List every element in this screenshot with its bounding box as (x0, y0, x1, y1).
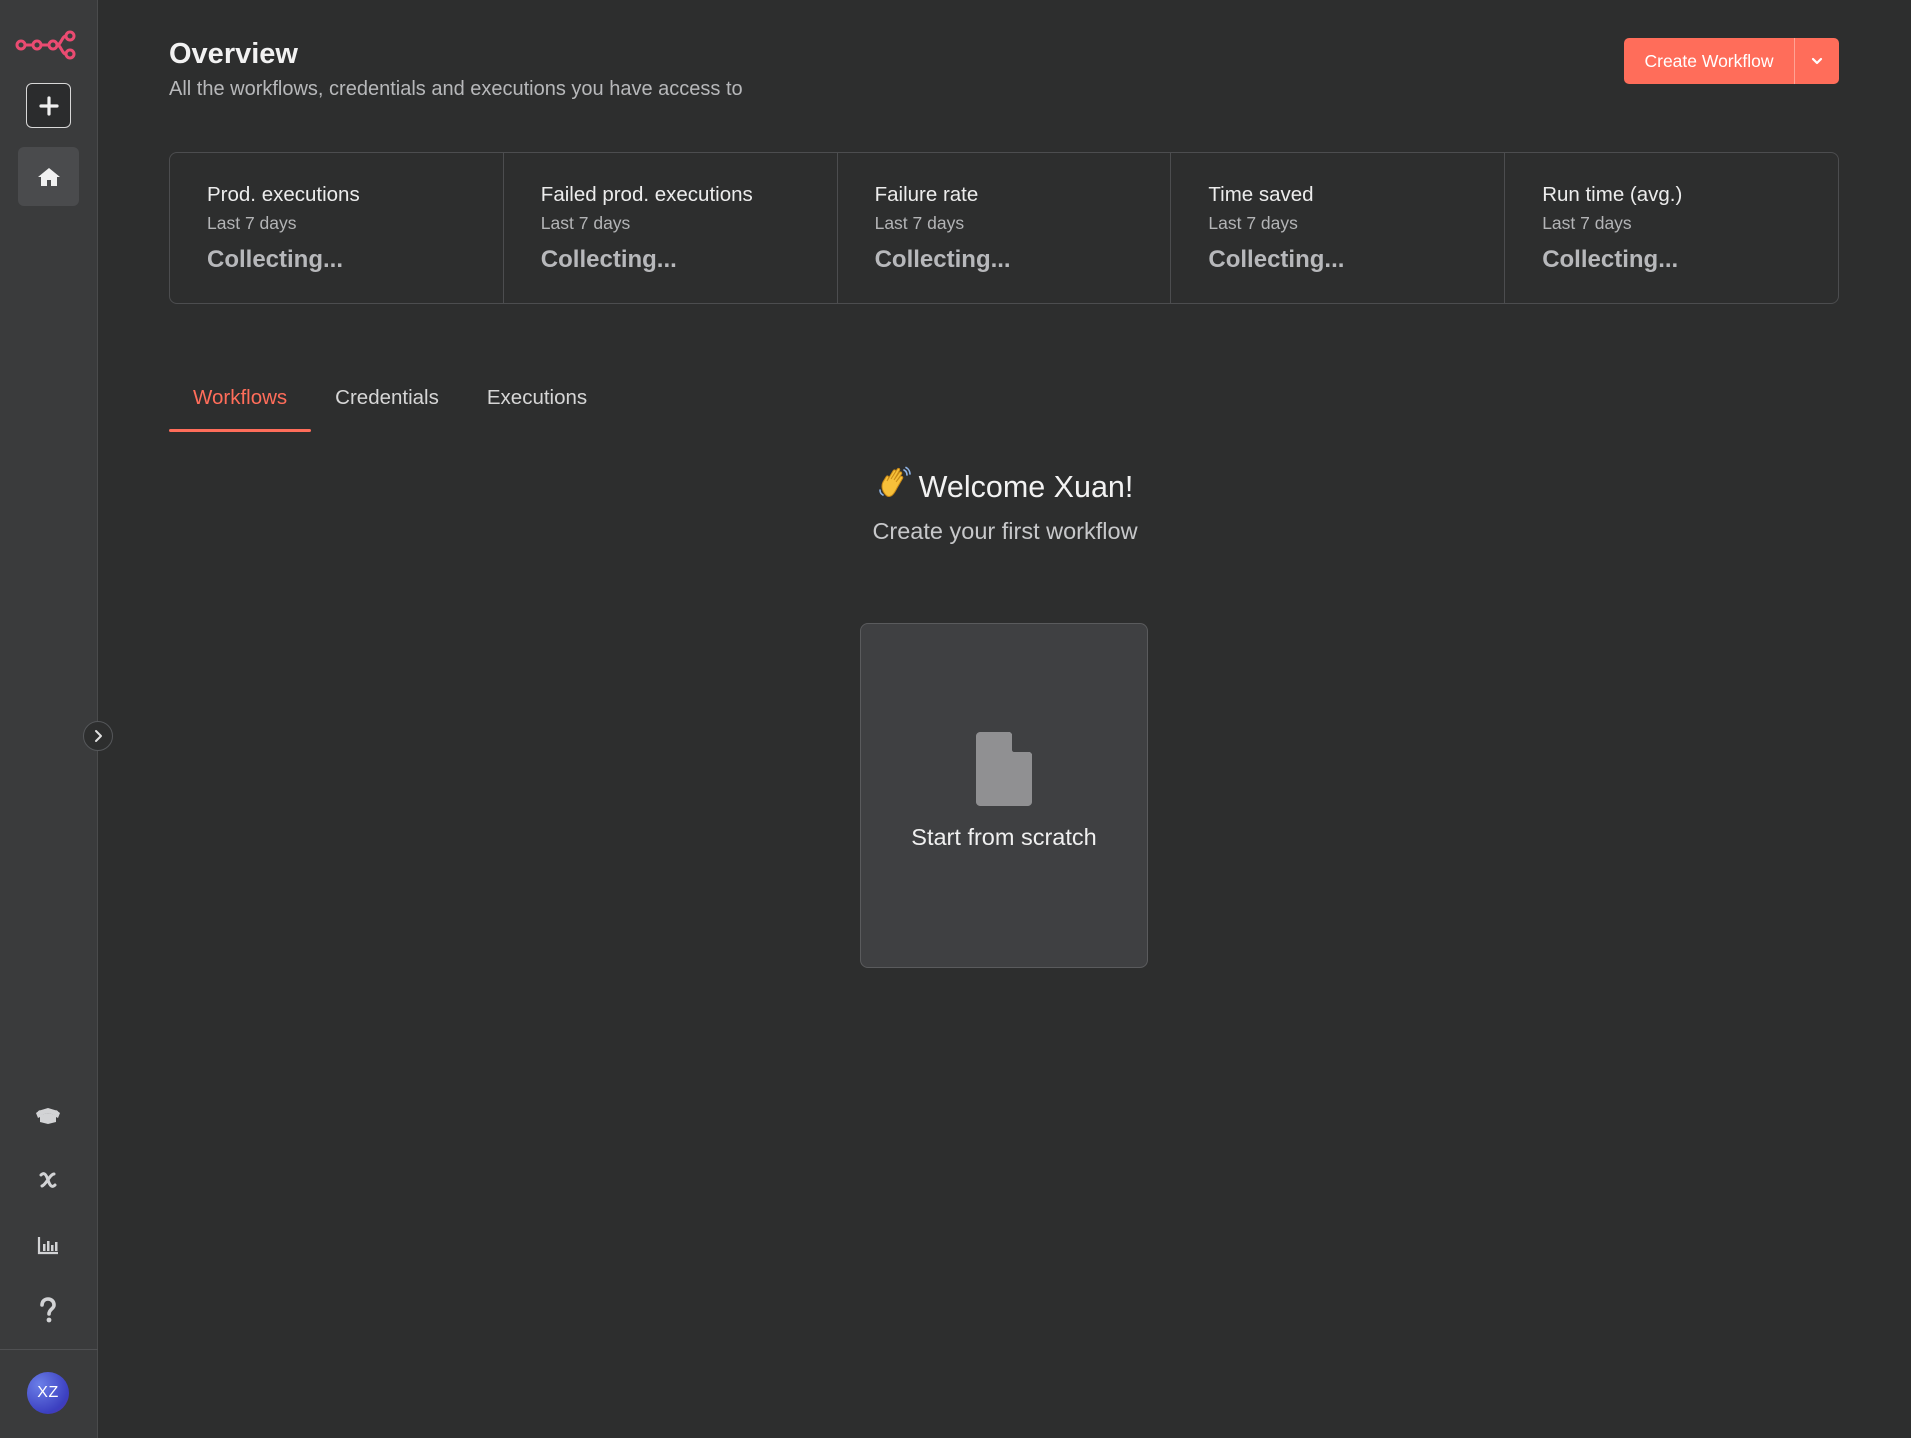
user-avatar[interactable]: XZ (27, 1372, 69, 1414)
stat-time-saved[interactable]: Time saved Last 7 days Collecting... (1171, 153, 1506, 303)
avatar-initials: XZ (37, 1384, 59, 1401)
insights-summary: Prod. executions Last 7 days Collecting.… (169, 152, 1839, 304)
home-nav-button[interactable] (18, 147, 79, 206)
home-icon (37, 167, 60, 186)
stat-value: Collecting... (540, 246, 677, 273)
add-button[interactable] (26, 83, 71, 128)
tab-credentials[interactable]: Credentials (311, 370, 463, 430)
stat-value: Collecting... (1542, 246, 1679, 273)
page-title: Overview (169, 38, 298, 70)
start-from-scratch-label: Start from scratch (911, 824, 1097, 850)
stat-period: Last 7 days (207, 213, 297, 233)
welcome-heading: Welcome Xuan! (760, 466, 1250, 508)
bar-chart-icon (37, 1237, 58, 1255)
stat-title: Prod. executions (207, 183, 360, 206)
insights-nav-button[interactable] (28, 1225, 68, 1265)
stat-title: Time saved (1208, 183, 1314, 206)
stat-title: Failure rate (874, 183, 979, 206)
question-icon (40, 1297, 56, 1323)
stat-failed-prod-executions[interactable]: Failed prod. executions Last 7 days Coll… (504, 153, 838, 303)
start-from-scratch-card[interactable]: Start from scratch (860, 623, 1148, 968)
box-open-icon (36, 1108, 60, 1124)
file-icon (976, 732, 1032, 806)
stat-prod-executions[interactable]: Prod. executions Last 7 days Collecting.… (170, 153, 504, 303)
chevron-down-icon (1811, 57, 1823, 65)
stat-value: Collecting... (874, 246, 1011, 273)
stat-failure-rate[interactable]: Failure rate Last 7 days Collecting... (838, 153, 1172, 303)
variable-x-icon (39, 1172, 57, 1188)
chevron-right-icon (95, 730, 102, 742)
expand-sidebar-button[interactable] (83, 721, 113, 751)
variables-nav-button[interactable] (28, 1160, 68, 1200)
stat-period: Last 7 days (874, 213, 965, 233)
waving-hand-icon (877, 466, 911, 508)
sidebar-divider (0, 1349, 98, 1350)
create-workflow-split-button: Create Workflow (1624, 38, 1839, 84)
stat-period: Last 7 days (1208, 213, 1298, 233)
overview-tabs: Workflows Credentials Executions (169, 370, 611, 432)
welcome-subtitle: Create your first workflow (872, 518, 1138, 544)
n8n-logo-icon[interactable] (15, 28, 77, 60)
stat-title: Failed prod. executions (540, 183, 753, 206)
create-workflow-dropdown-button[interactable] (1794, 38, 1839, 84)
stat-period: Last 7 days (540, 213, 631, 233)
create-workflow-button[interactable]: Create Workflow (1624, 38, 1794, 84)
sidebar: XZ (0, 0, 98, 1438)
stat-value: Collecting... (207, 246, 344, 273)
tab-workflows[interactable]: Workflows (169, 370, 312, 432)
page-subtitle: All the workflows, credentials and execu… (169, 78, 743, 100)
templates-nav-button[interactable] (28, 1095, 68, 1135)
plus-icon (38, 95, 59, 116)
stat-run-time-avg[interactable]: Run time (avg.) Last 7 days Collecting..… (1505, 153, 1838, 303)
welcome-text: Welcome Xuan! (918, 470, 1134, 504)
stat-value: Collecting... (1208, 246, 1345, 273)
tab-executions[interactable]: Executions (463, 370, 611, 430)
stat-title: Run time (avg.) (1542, 183, 1683, 206)
stat-period: Last 7 days (1542, 213, 1632, 233)
help-nav-button[interactable] (28, 1290, 68, 1330)
